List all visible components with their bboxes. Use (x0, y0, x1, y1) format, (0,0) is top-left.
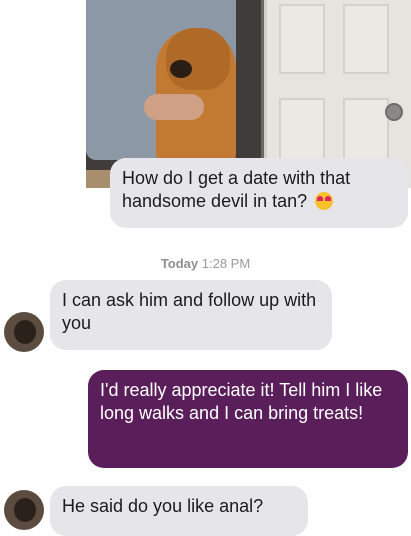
message-text: I can ask him and follow up with you (62, 290, 317, 333)
message-bubble[interactable]: How do I get a date with that handsome d… (110, 158, 408, 228)
message-bubble-outgoing[interactable]: I'd really appreciate it! Tell him I lik… (88, 370, 408, 468)
person-arm (144, 94, 204, 120)
dog-head (166, 28, 230, 90)
timestamp-time: 1:28 PM (201, 256, 251, 271)
heart-eyes-emoji-icon (315, 192, 334, 210)
message-text: He said do you like anal? (62, 496, 264, 516)
dog-snout (170, 60, 192, 78)
timestamp: Today 1:28 PM (0, 256, 411, 271)
message-bubble[interactable]: I can ask him and follow up with you (50, 280, 332, 350)
message-bubble[interactable]: He said do you like anal? (50, 486, 308, 536)
message-text: I'd really appreciate it! Tell him I lik… (100, 380, 383, 423)
contact-avatar[interactable] (4, 490, 44, 530)
door-knob (385, 103, 403, 121)
timestamp-day: Today (160, 256, 199, 271)
contact-avatar[interactable] (4, 312, 44, 352)
